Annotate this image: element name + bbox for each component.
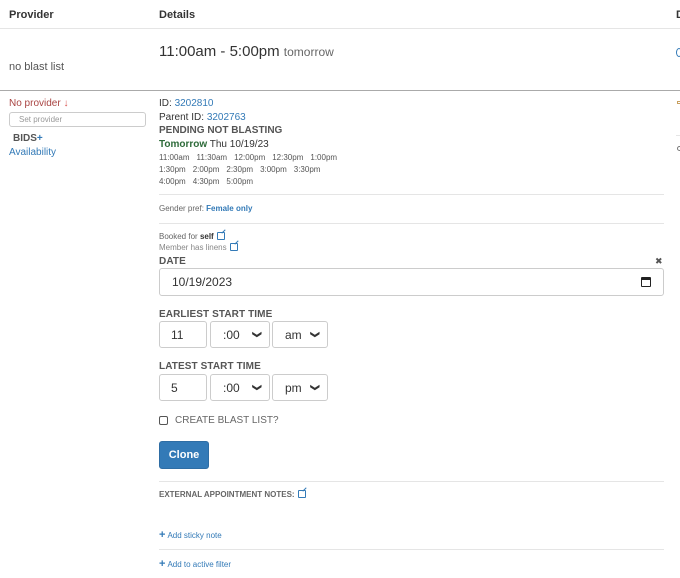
time-slot: 1:00pm (310, 153, 338, 162)
date-label: Thu 10/19/23 (209, 139, 269, 150)
time-slot: 11:30am (196, 153, 228, 162)
time-slot: 1:30pm (159, 165, 186, 174)
header-details: Details (159, 9, 196, 21)
clock-icon (676, 48, 680, 57)
time-slot: 2:00pm (192, 165, 220, 174)
day-label: Tomorrow (159, 139, 208, 150)
header-third: D (676, 9, 680, 21)
time-when: tomorrow (283, 45, 334, 59)
plus-icon: + (36, 133, 43, 144)
gender-label: Gender pref: (159, 204, 204, 213)
date-label: DATE (159, 256, 186, 267)
calendar-icon[interactable] (641, 277, 651, 287)
parent-id-link[interactable]: 3202763 (207, 112, 246, 123)
plus-icon: + (159, 558, 166, 570)
time-slot: 5:00pm (226, 177, 254, 186)
appointment-id: ID: 3202810 (159, 98, 214, 109)
chevron-down-icon: ❯ (310, 383, 321, 392)
set-provider-input[interactable]: Set provider (9, 112, 146, 127)
linens-label: Member has linens (159, 243, 227, 252)
earliest-ampm-value: am (285, 327, 302, 342)
time-slot: 3:30pm (293, 165, 321, 174)
filter-label: Add to active filter (167, 560, 232, 569)
latest-minute-value: :00 (223, 380, 240, 395)
gender-value: Female only (206, 204, 253, 213)
time-slot: 2:30pm (226, 165, 254, 174)
latest-ampm-select[interactable]: pm ❯ (272, 374, 328, 401)
divider (159, 549, 664, 550)
bids-button[interactable]: BIDS+ (13, 133, 43, 144)
date-value: 10/19/2023 (172, 275, 233, 289)
time-slot: 12:00pm (234, 153, 266, 162)
gender-pref: Gender pref: Female only (159, 204, 252, 213)
create-blast-list[interactable]: CREATE BLAST LIST? (159, 415, 279, 426)
time-slot: 4:30pm (192, 177, 220, 186)
time-slot: 3:00pm (260, 165, 287, 174)
external-notes: EXTERNAL APPOINTMENT NOTES: (159, 490, 306, 499)
earliest-label: EARLIEST START TIME (159, 309, 273, 320)
parent-id-label: Parent ID: (159, 112, 205, 123)
close-icon[interactable]: ✖ (655, 256, 663, 267)
status-text: PENDING NOT BLASTING (159, 125, 283, 136)
time-slot: 11:00am (159, 153, 190, 162)
edit-icon[interactable] (297, 490, 306, 498)
time-slot: 4:00pm (159, 177, 186, 186)
id-link[interactable]: 3202810 (175, 98, 214, 109)
earliest-minute-select[interactable]: :00 ❯ (210, 321, 270, 348)
bids-label: BIDS (13, 133, 37, 144)
divider (676, 135, 680, 136)
earliest-minute-value: :00 (223, 327, 240, 342)
booked-value: self (199, 232, 214, 241)
blast-checkbox[interactable] (159, 416, 168, 425)
blast-status: no blast list (9, 61, 65, 73)
clone-button[interactable]: Clone (159, 441, 209, 469)
time-slot: 12:30pm (272, 153, 304, 162)
time-slots: 11:00am 11:30am 12:00pm 12:30pm 1:00pm 1:30pm… (159, 152, 389, 188)
divider (159, 194, 664, 195)
add-sticky-note-link[interactable]: + Add sticky note (159, 529, 222, 541)
add-active-filter-link[interactable]: + Add to active filter (159, 558, 231, 570)
arrow-down-icon: ↓ (63, 98, 69, 109)
appointment-date: Tomorrow Thu 10/19/23 (159, 139, 269, 150)
booked-label: Booked for (159, 232, 198, 241)
edit-icon[interactable] (229, 243, 238, 251)
parent-id: Parent ID: 3202763 (159, 112, 246, 123)
latest-ampm-value: pm (285, 380, 302, 395)
sticky-label: Add sticky note (167, 531, 222, 540)
latest-hour-input[interactable]: 5 (159, 374, 207, 401)
latest-label: LATEST START TIME (159, 361, 261, 372)
appointment-time: 11:00am - 5:00pm tomorrow (159, 43, 334, 60)
edit-icon[interactable] (216, 232, 225, 240)
divider (159, 223, 664, 224)
no-provider-label: No provider (9, 98, 61, 109)
earliest-ampm-select[interactable]: am ❯ (272, 321, 328, 348)
earliest-hour-input[interactable]: 11 (159, 321, 207, 348)
linens: Member has linens (159, 243, 238, 252)
availability-link[interactable]: Availability (9, 147, 56, 158)
blast-checkbox-label: CREATE BLAST LIST? (175, 415, 279, 426)
chevron-down-icon: ❯ (310, 330, 321, 339)
latest-minute-select[interactable]: :00 ❯ (210, 374, 270, 401)
no-provider-link[interactable]: No provider ↓ (9, 98, 68, 109)
chevron-down-icon: ❯ (252, 330, 263, 339)
plus-icon: + (159, 529, 166, 541)
id-label: ID: (159, 98, 172, 109)
time-range: 11:00am - 5:00pm (159, 43, 280, 60)
header-provider: Provider (9, 9, 54, 21)
divider (159, 481, 664, 482)
chevron-down-icon: ❯ (252, 383, 263, 392)
booked-for: Booked for self (159, 232, 225, 241)
row-divider (0, 90, 680, 91)
date-input[interactable]: 10/19/2023 (159, 268, 664, 296)
external-notes-label: EXTERNAL APPOINTMENT NOTES: (159, 490, 295, 499)
divider (0, 28, 680, 29)
